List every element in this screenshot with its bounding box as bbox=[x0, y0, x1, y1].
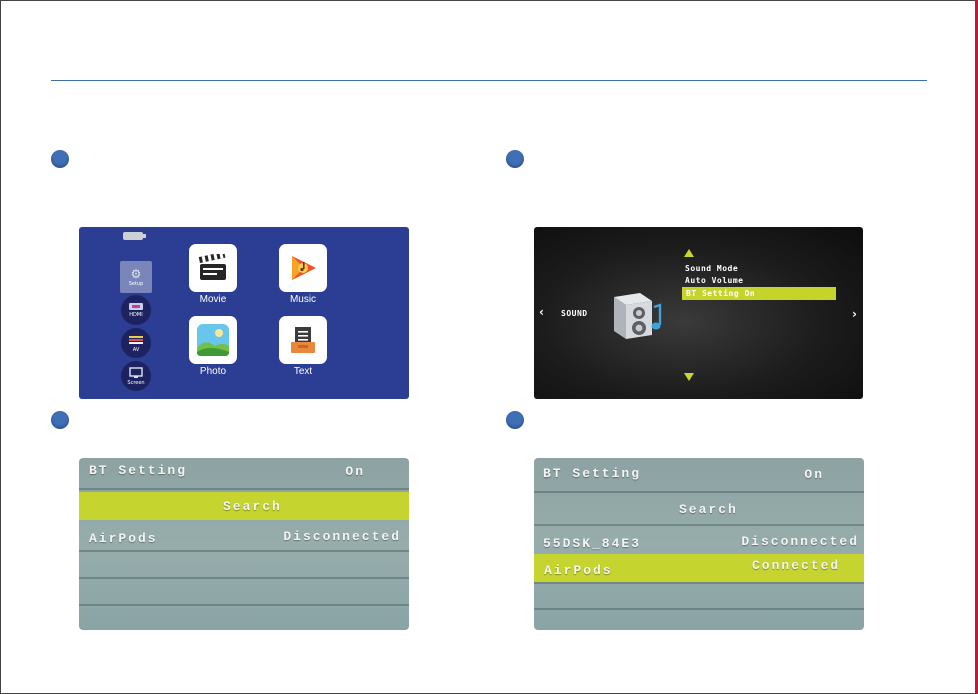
row-divider bbox=[534, 524, 864, 526]
menu-item-sound-mode[interactable]: Sound Mode bbox=[685, 264, 738, 273]
row-divider bbox=[79, 550, 409, 552]
row-divider bbox=[79, 488, 409, 490]
search-row[interactable]: Search bbox=[79, 492, 409, 520]
search-button-label: Search bbox=[223, 499, 282, 514]
bt-setting-screen-before: BT Setting On Search AirPods Disconnecte… bbox=[79, 458, 409, 630]
device-state: Disconnected bbox=[283, 529, 401, 544]
device-name: AirPods bbox=[89, 531, 158, 546]
scroll-up-arrow-icon[interactable] bbox=[684, 249, 694, 257]
search-button-label: Search bbox=[679, 502, 738, 517]
device-name: AirPods bbox=[544, 563, 613, 578]
photo-landscape-icon bbox=[197, 324, 229, 356]
app-movie[interactable] bbox=[189, 244, 237, 292]
source-label: HDMI bbox=[129, 312, 143, 318]
device-row[interactable]: 55DSK_84E3 Disconnected bbox=[534, 534, 864, 554]
screen-mirror-icon bbox=[129, 366, 143, 378]
step-marker-3 bbox=[51, 411, 69, 429]
row-divider bbox=[79, 604, 409, 606]
clapperboard-icon bbox=[198, 254, 226, 280]
bt-status-value[interactable]: On bbox=[804, 467, 824, 482]
device-row[interactable]: AirPods Disconnected bbox=[79, 528, 409, 548]
app-label-music: Music bbox=[289, 294, 317, 305]
menu-item-bt-setting[interactable]: BT Setting On bbox=[682, 287, 836, 300]
row-divider bbox=[534, 491, 864, 493]
bt-setting-title: BT Setting bbox=[543, 466, 642, 481]
device-state: Disconnected bbox=[741, 534, 859, 549]
bt-setting-title: BT Setting bbox=[89, 463, 188, 478]
app-music[interactable] bbox=[279, 244, 327, 292]
gear-icon: ⚙ bbox=[130, 266, 142, 281]
source-av[interactable]: AV bbox=[121, 328, 151, 358]
app-label-text: Text bbox=[293, 366, 313, 377]
step-marker-2 bbox=[506, 150, 524, 168]
sound-menu-screen: ‹ SOUND Sound Mode Auto Volume BT Settin… bbox=[534, 227, 863, 399]
hdmi-icon bbox=[129, 303, 143, 310]
scroll-down-arrow-icon[interactable] bbox=[684, 373, 694, 381]
row-divider bbox=[534, 582, 864, 584]
bt-status-value[interactable]: On bbox=[345, 464, 365, 479]
row-divider bbox=[534, 608, 864, 610]
source-setup[interactable]: ⚙ Setup bbox=[120, 261, 152, 293]
music-play-icon bbox=[292, 256, 316, 280]
av-cable-icon bbox=[129, 335, 143, 344]
source-label: Screen bbox=[127, 379, 145, 386]
step-marker-4 bbox=[506, 411, 524, 429]
bt-setting-screen-after: BT Setting On Search 55DSK_84E3 Disconne… bbox=[534, 458, 864, 630]
chevron-left-icon[interactable]: ‹ bbox=[539, 305, 544, 319]
source-label: AV bbox=[132, 346, 140, 353]
usb-icon bbox=[123, 232, 146, 240]
sound-section-label: SOUND bbox=[561, 309, 588, 318]
device-name: 55DSK_84E3 bbox=[543, 536, 642, 551]
source-screen[interactable]: Screen bbox=[121, 361, 151, 391]
app-label-photo: Photo bbox=[199, 366, 227, 377]
home-screen: ⚙ Setup HDMI AV Screen Movie Music Photo… bbox=[79, 227, 409, 399]
device-state: Connected bbox=[752, 558, 841, 573]
device-row-selected[interactable]: AirPods Connected bbox=[534, 554, 864, 582]
app-label-movie: Movie bbox=[199, 294, 227, 305]
step-marker-1 bbox=[51, 150, 69, 168]
menu-item-auto-volume[interactable]: Auto Volume bbox=[685, 276, 743, 285]
source-hdmi[interactable]: HDMI bbox=[121, 295, 151, 325]
chevron-right-icon[interactable]: › bbox=[852, 307, 857, 321]
speaker-icon bbox=[614, 293, 662, 339]
source-label: Setup bbox=[128, 280, 144, 287]
app-photo[interactable] bbox=[189, 316, 237, 364]
row-divider bbox=[79, 577, 409, 579]
document-tray-icon bbox=[291, 327, 315, 353]
header-divider bbox=[51, 80, 927, 81]
app-text[interactable] bbox=[279, 316, 327, 364]
